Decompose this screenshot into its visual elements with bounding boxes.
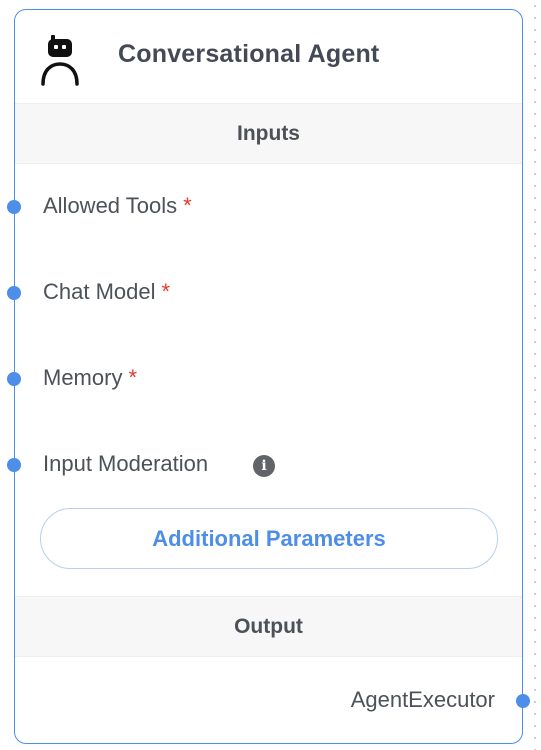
param-label-allowed-tools: Allowed Tools * xyxy=(43,193,192,218)
output-handle-agent-executor[interactable] xyxy=(516,694,530,708)
input-handle-chat-model[interactable] xyxy=(7,286,21,300)
inputs-section-header: Inputs xyxy=(15,103,522,164)
node-header: Conversational Agent xyxy=(15,10,522,102)
param-row-input-moderation: Input Moderation i xyxy=(7,445,522,485)
param-label-chat-model: Chat Model * xyxy=(43,279,171,304)
node-title: Conversational Agent xyxy=(118,40,380,68)
param-row-chat-model: Chat Model * xyxy=(7,273,522,313)
required-marker: * xyxy=(161,279,171,304)
param-label-memory: Memory * xyxy=(43,365,138,390)
output-section-header: Output xyxy=(15,596,522,657)
output-row-agent-executor: AgentExecutor xyxy=(15,680,530,720)
additional-parameters-button[interactable]: Additional Parameters xyxy=(40,508,498,569)
param-row-memory: Memory * xyxy=(7,359,522,399)
robot-icon xyxy=(41,35,79,86)
required-marker: * xyxy=(183,193,192,218)
input-handle-allowed-tools[interactable] xyxy=(7,200,21,214)
input-handle-memory[interactable] xyxy=(7,372,21,386)
required-marker: * xyxy=(128,365,138,390)
output-label-agent-executor: AgentExecutor xyxy=(350,687,495,712)
param-label-input-moderation: Input Moderation xyxy=(43,451,209,476)
canvas-grid-dots xyxy=(529,0,541,750)
conversational-agent-node[interactable]: Conversational Agent Inputs Allowed Tool… xyxy=(7,9,530,744)
param-row-allowed-tools: Allowed Tools * xyxy=(7,187,522,227)
info-icon[interactable]: i xyxy=(253,455,275,477)
input-handle-input-moderation[interactable] xyxy=(7,458,21,472)
